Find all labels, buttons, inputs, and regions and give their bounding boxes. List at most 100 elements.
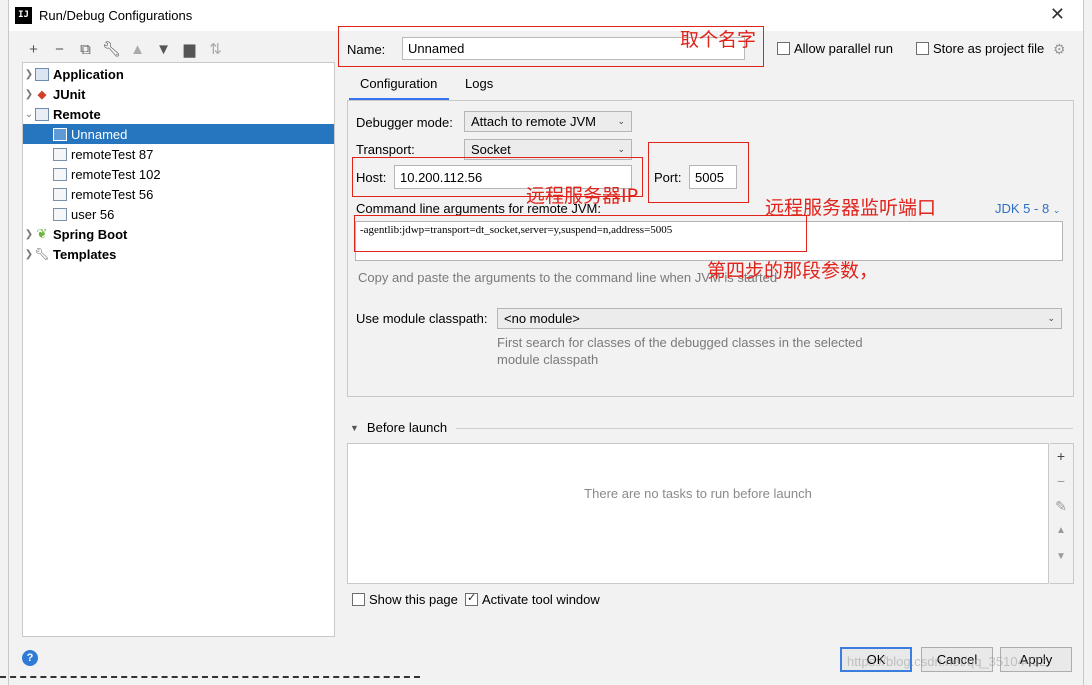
tree-item-label: JUnit bbox=[53, 86, 86, 102]
module-classpath-select[interactable]: <no module> ⌄ bbox=[497, 308, 1062, 329]
add-icon[interactable]: + bbox=[23, 39, 44, 60]
chevron-right-icon[interactable]: ❯ bbox=[23, 249, 35, 260]
chevron-down-icon: ▼ bbox=[350, 422, 359, 433]
intellij-icon: IJ bbox=[15, 7, 32, 24]
checkbox-box[interactable] bbox=[777, 42, 790, 55]
allow-parallel-label: Allow parallel run bbox=[794, 41, 893, 56]
move-down-icon[interactable]: ▼ bbox=[153, 39, 174, 60]
store-project-checkbox[interactable]: Store as project file bbox=[916, 41, 1044, 56]
before-launch-label: Before launch bbox=[366, 420, 448, 435]
add-icon[interactable]: + bbox=[1050, 448, 1072, 464]
application-icon bbox=[35, 67, 49, 81]
tree-item-label: Templates bbox=[53, 246, 117, 262]
before-launch-toggle[interactable]: ▼ Before launch bbox=[350, 420, 447, 435]
tree-item-label: Remote bbox=[53, 106, 101, 122]
remote-icon bbox=[35, 107, 49, 121]
module-classpath-label: Use module classpath: bbox=[356, 311, 488, 326]
chevron-down-icon: ⌄ bbox=[1052, 205, 1061, 215]
section-divider bbox=[456, 428, 1073, 429]
jdk-version-label: JDK 5 - 8 bbox=[995, 201, 1050, 216]
tree-item-remote[interactable]: ⌄ Remote bbox=[23, 104, 334, 124]
before-launch-list[interactable]: There are no tasks to run before launch bbox=[347, 443, 1049, 584]
tree-item-templates[interactable]: ❯ 🔧︎ Templates bbox=[23, 244, 334, 264]
checkbox-box[interactable] bbox=[465, 591, 478, 606]
remove-icon[interactable]: − bbox=[49, 39, 70, 60]
remove-icon[interactable]: − bbox=[1050, 473, 1072, 489]
tree-item-remotetest-87[interactable]: remoteTest 87 bbox=[23, 144, 334, 164]
tree-item-application[interactable]: ❯ Application bbox=[23, 64, 334, 84]
jdk-version-link[interactable]: JDK 5 - 8 ⌄ bbox=[995, 201, 1060, 216]
window-title: Run/Debug Configurations bbox=[39, 8, 193, 23]
junit-icon: ◆ bbox=[37, 88, 47, 101]
before-launch-empty-text: There are no tasks to run before launch bbox=[584, 486, 812, 501]
tree-item-spring-boot[interactable]: ❯ ❦ Spring Boot bbox=[23, 224, 334, 244]
run-debug-dialog: IJ Run/Debug Configurations ✕ + − ⧉ 🔧︎ ▲… bbox=[8, 0, 1084, 685]
remote-config-icon bbox=[53, 207, 67, 221]
allow-parallel-checkbox[interactable]: Allow parallel run bbox=[777, 41, 893, 56]
tree-item-label: Spring Boot bbox=[53, 226, 128, 242]
chevron-right-icon[interactable]: ❯ bbox=[23, 69, 35, 80]
debugger-mode-select[interactable]: Attach to remote JVM ⌄ bbox=[464, 111, 632, 132]
activate-tool-window-checkbox[interactable]: Activate tool window bbox=[465, 591, 600, 607]
tree-item-user-56[interactable]: user 56 bbox=[23, 204, 334, 224]
move-up-icon[interactable]: ▲ bbox=[127, 39, 148, 60]
chevron-down-icon[interactable]: ⌄ bbox=[23, 109, 35, 120]
module-hint-line-2: module classpath bbox=[497, 352, 599, 367]
wrench-icon[interactable]: 🔧︎ bbox=[101, 39, 122, 60]
edit-icon[interactable]: ✎ bbox=[1050, 498, 1072, 515]
transport-value: Socket bbox=[471, 142, 511, 157]
watermark: https://blog.csdn.net/qq_35104432 bbox=[847, 654, 1047, 669]
tab-logs[interactable]: Logs bbox=[465, 76, 493, 91]
tab-configuration[interactable]: Configuration bbox=[360, 76, 437, 91]
before-launch-toolbar: + − ✎ ▲ ▼ bbox=[1050, 443, 1074, 584]
store-project-label: Store as project file bbox=[933, 41, 1045, 56]
sort-icon[interactable]: ⇅ bbox=[205, 39, 226, 60]
remote-config-icon bbox=[53, 127, 67, 141]
chevron-down-icon: ⌄ bbox=[617, 144, 625, 154]
move-up-icon[interactable]: ▲ bbox=[1050, 525, 1072, 536]
annotation-box-port bbox=[648, 142, 749, 203]
config-tree: ❯ Application ❯ ◆ JUnit ⌄ Remote Unnamed… bbox=[22, 62, 335, 637]
remote-config-icon bbox=[53, 187, 67, 201]
help-icon[interactable]: ? bbox=[22, 650, 38, 666]
wrench-icon: 🔧︎ bbox=[34, 247, 50, 261]
activate-tool-window-label: Activate tool window bbox=[482, 592, 600, 607]
tree-item-label: remoteTest 56 bbox=[71, 186, 154, 202]
background-divider bbox=[0, 676, 420, 678]
tree-item-label: Unnamed bbox=[71, 126, 128, 142]
move-down-icon[interactable]: ▼ bbox=[1050, 551, 1072, 562]
spring-boot-icon: ❦ bbox=[36, 226, 48, 241]
tree-item-label: remoteTest 102 bbox=[71, 166, 161, 182]
chevron-right-icon[interactable]: ❯ bbox=[23, 89, 35, 100]
annotation-cmd: 第四步的那段参数， bbox=[707, 260, 879, 282]
gear-icon[interactable]: ⚙ bbox=[1053, 41, 1066, 58]
tree-item-label: remoteTest 87 bbox=[71, 146, 154, 162]
annotation-box-cmd bbox=[354, 215, 807, 252]
tree-item-label: user 56 bbox=[71, 206, 115, 222]
show-this-page-label: Show this page bbox=[369, 592, 458, 607]
transport-label: Transport: bbox=[356, 142, 415, 157]
checkbox-box[interactable] bbox=[352, 593, 365, 606]
annotation-host: 远程服务器IP bbox=[526, 185, 639, 207]
tree-item-remotetest-56[interactable]: remoteTest 56 bbox=[23, 184, 334, 204]
chevron-down-icon: ⌄ bbox=[1047, 313, 1055, 323]
tree-item-junit[interactable]: ❯ ◆ JUnit bbox=[23, 84, 334, 104]
close-icon[interactable]: ✕ bbox=[1050, 4, 1065, 25]
debugger-mode-value: Attach to remote JVM bbox=[471, 114, 596, 129]
copy-icon[interactable]: ⧉ bbox=[75, 39, 96, 60]
tree-item-label: Application bbox=[53, 66, 124, 82]
folder-icon[interactable]: ▆ bbox=[179, 39, 200, 60]
checkbox-box[interactable] bbox=[916, 42, 929, 55]
debugger-mode-label: Debugger mode: bbox=[356, 115, 453, 130]
tree-item-unnamed[interactable]: Unnamed bbox=[23, 124, 334, 144]
show-this-page-checkbox[interactable]: Show this page bbox=[352, 592, 458, 607]
chevron-down-icon: ⌄ bbox=[617, 116, 625, 126]
tree-item-remotetest-102[interactable]: remoteTest 102 bbox=[23, 164, 334, 184]
background-strip bbox=[0, 0, 8, 685]
chevron-right-icon[interactable]: ❯ bbox=[23, 229, 35, 240]
remote-config-icon bbox=[53, 147, 67, 161]
config-toolbar: + − ⧉ 🔧︎ ▲ ▼ ▆ ⇅ bbox=[23, 38, 226, 60]
annotation-name: 取个名字 bbox=[680, 29, 757, 51]
module-hint-line-1: First search for classes of the debugged… bbox=[497, 335, 863, 350]
module-classpath-value: <no module> bbox=[504, 311, 580, 326]
